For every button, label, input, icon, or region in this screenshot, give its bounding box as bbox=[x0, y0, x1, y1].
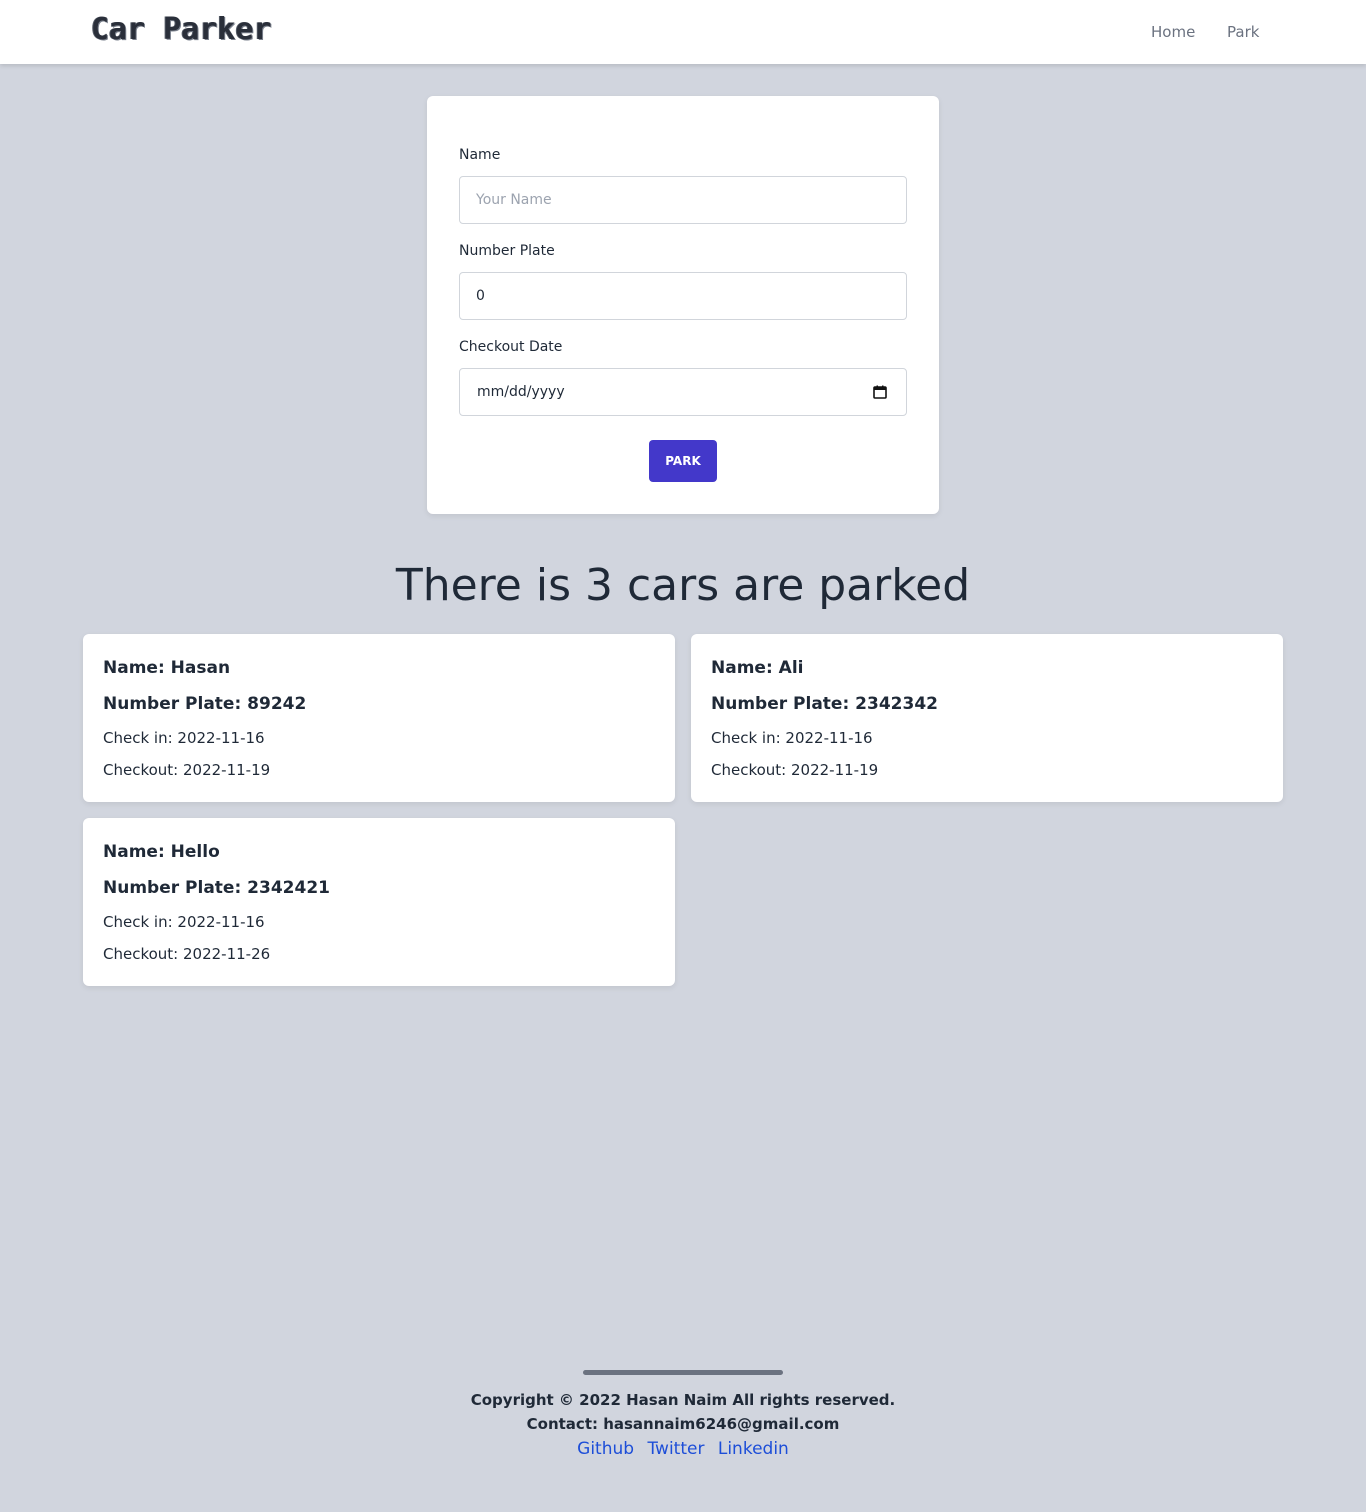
car-name: Name: Hello bbox=[103, 842, 220, 862]
calendar-icon[interactable] bbox=[873, 385, 887, 399]
car-number-plate: Number Plate: 2342421 bbox=[103, 878, 330, 898]
nav-link-home[interactable]: Home bbox=[1151, 23, 1195, 41]
name-label: Name bbox=[459, 147, 501, 163]
car-card: Name: Ali Number Plate: 2342342 Check in… bbox=[691, 634, 1283, 802]
parked-count-heading: There is 3 cars are parked bbox=[395, 560, 971, 611]
date-placeholder: mm/dd/yyyy bbox=[477, 384, 565, 400]
logo[interactable]: Car Parker bbox=[91, 12, 272, 47]
navbar: Car Parker Home Park bbox=[0, 0, 1366, 64]
footer-contact: Contact: hasannaim6246@gmail.com bbox=[526, 1415, 840, 1433]
car-checkout: Checkout: 2022-11-19 bbox=[711, 761, 879, 779]
car-check-in: Check in: 2022-11-16 bbox=[103, 913, 265, 931]
car-card: Name: Hello Number Plate: 2342421 Check … bbox=[83, 818, 675, 986]
number-plate-label: Number Plate bbox=[459, 243, 555, 259]
car-number-plate: Number Plate: 2342342 bbox=[711, 694, 938, 714]
car-checkout: Checkout: 2022-11-19 bbox=[103, 761, 271, 779]
footer-links: Github Twitter Linkedin bbox=[0, 1439, 1366, 1459]
car-checkout: Checkout: 2022-11-26 bbox=[103, 945, 271, 963]
car-name: Name: Ali bbox=[711, 658, 804, 678]
number-plate-input[interactable] bbox=[459, 272, 907, 320]
footer-link-github[interactable]: Github bbox=[577, 1439, 634, 1459]
car-check-in: Check in: 2022-11-16 bbox=[103, 729, 265, 747]
footer-link-linkedin[interactable]: Linkedin bbox=[718, 1439, 789, 1459]
checkout-date-label: Checkout Date bbox=[459, 339, 563, 355]
name-input[interactable] bbox=[459, 176, 907, 224]
park-form: Name Number Plate Checkout Date mm/dd/yy… bbox=[427, 96, 939, 514]
car-card: Name: Hasan Number Plate: 89242 Check in… bbox=[83, 634, 675, 802]
car-name: Name: Hasan bbox=[103, 658, 231, 678]
park-button[interactable]: PARK bbox=[649, 440, 717, 482]
car-number-plate: Number Plate: 89242 bbox=[103, 694, 307, 714]
nav-link-park[interactable]: Park bbox=[1227, 23, 1259, 41]
footer-link-twitter[interactable]: Twitter bbox=[647, 1439, 704, 1459]
car-check-in: Check in: 2022-11-16 bbox=[711, 729, 873, 747]
footer-divider bbox=[583, 1370, 783, 1375]
footer-copyright: Copyright © 2022 Hasan Naim All rights r… bbox=[470, 1391, 896, 1409]
checkout-date-input[interactable]: mm/dd/yyyy bbox=[459, 368, 907, 416]
